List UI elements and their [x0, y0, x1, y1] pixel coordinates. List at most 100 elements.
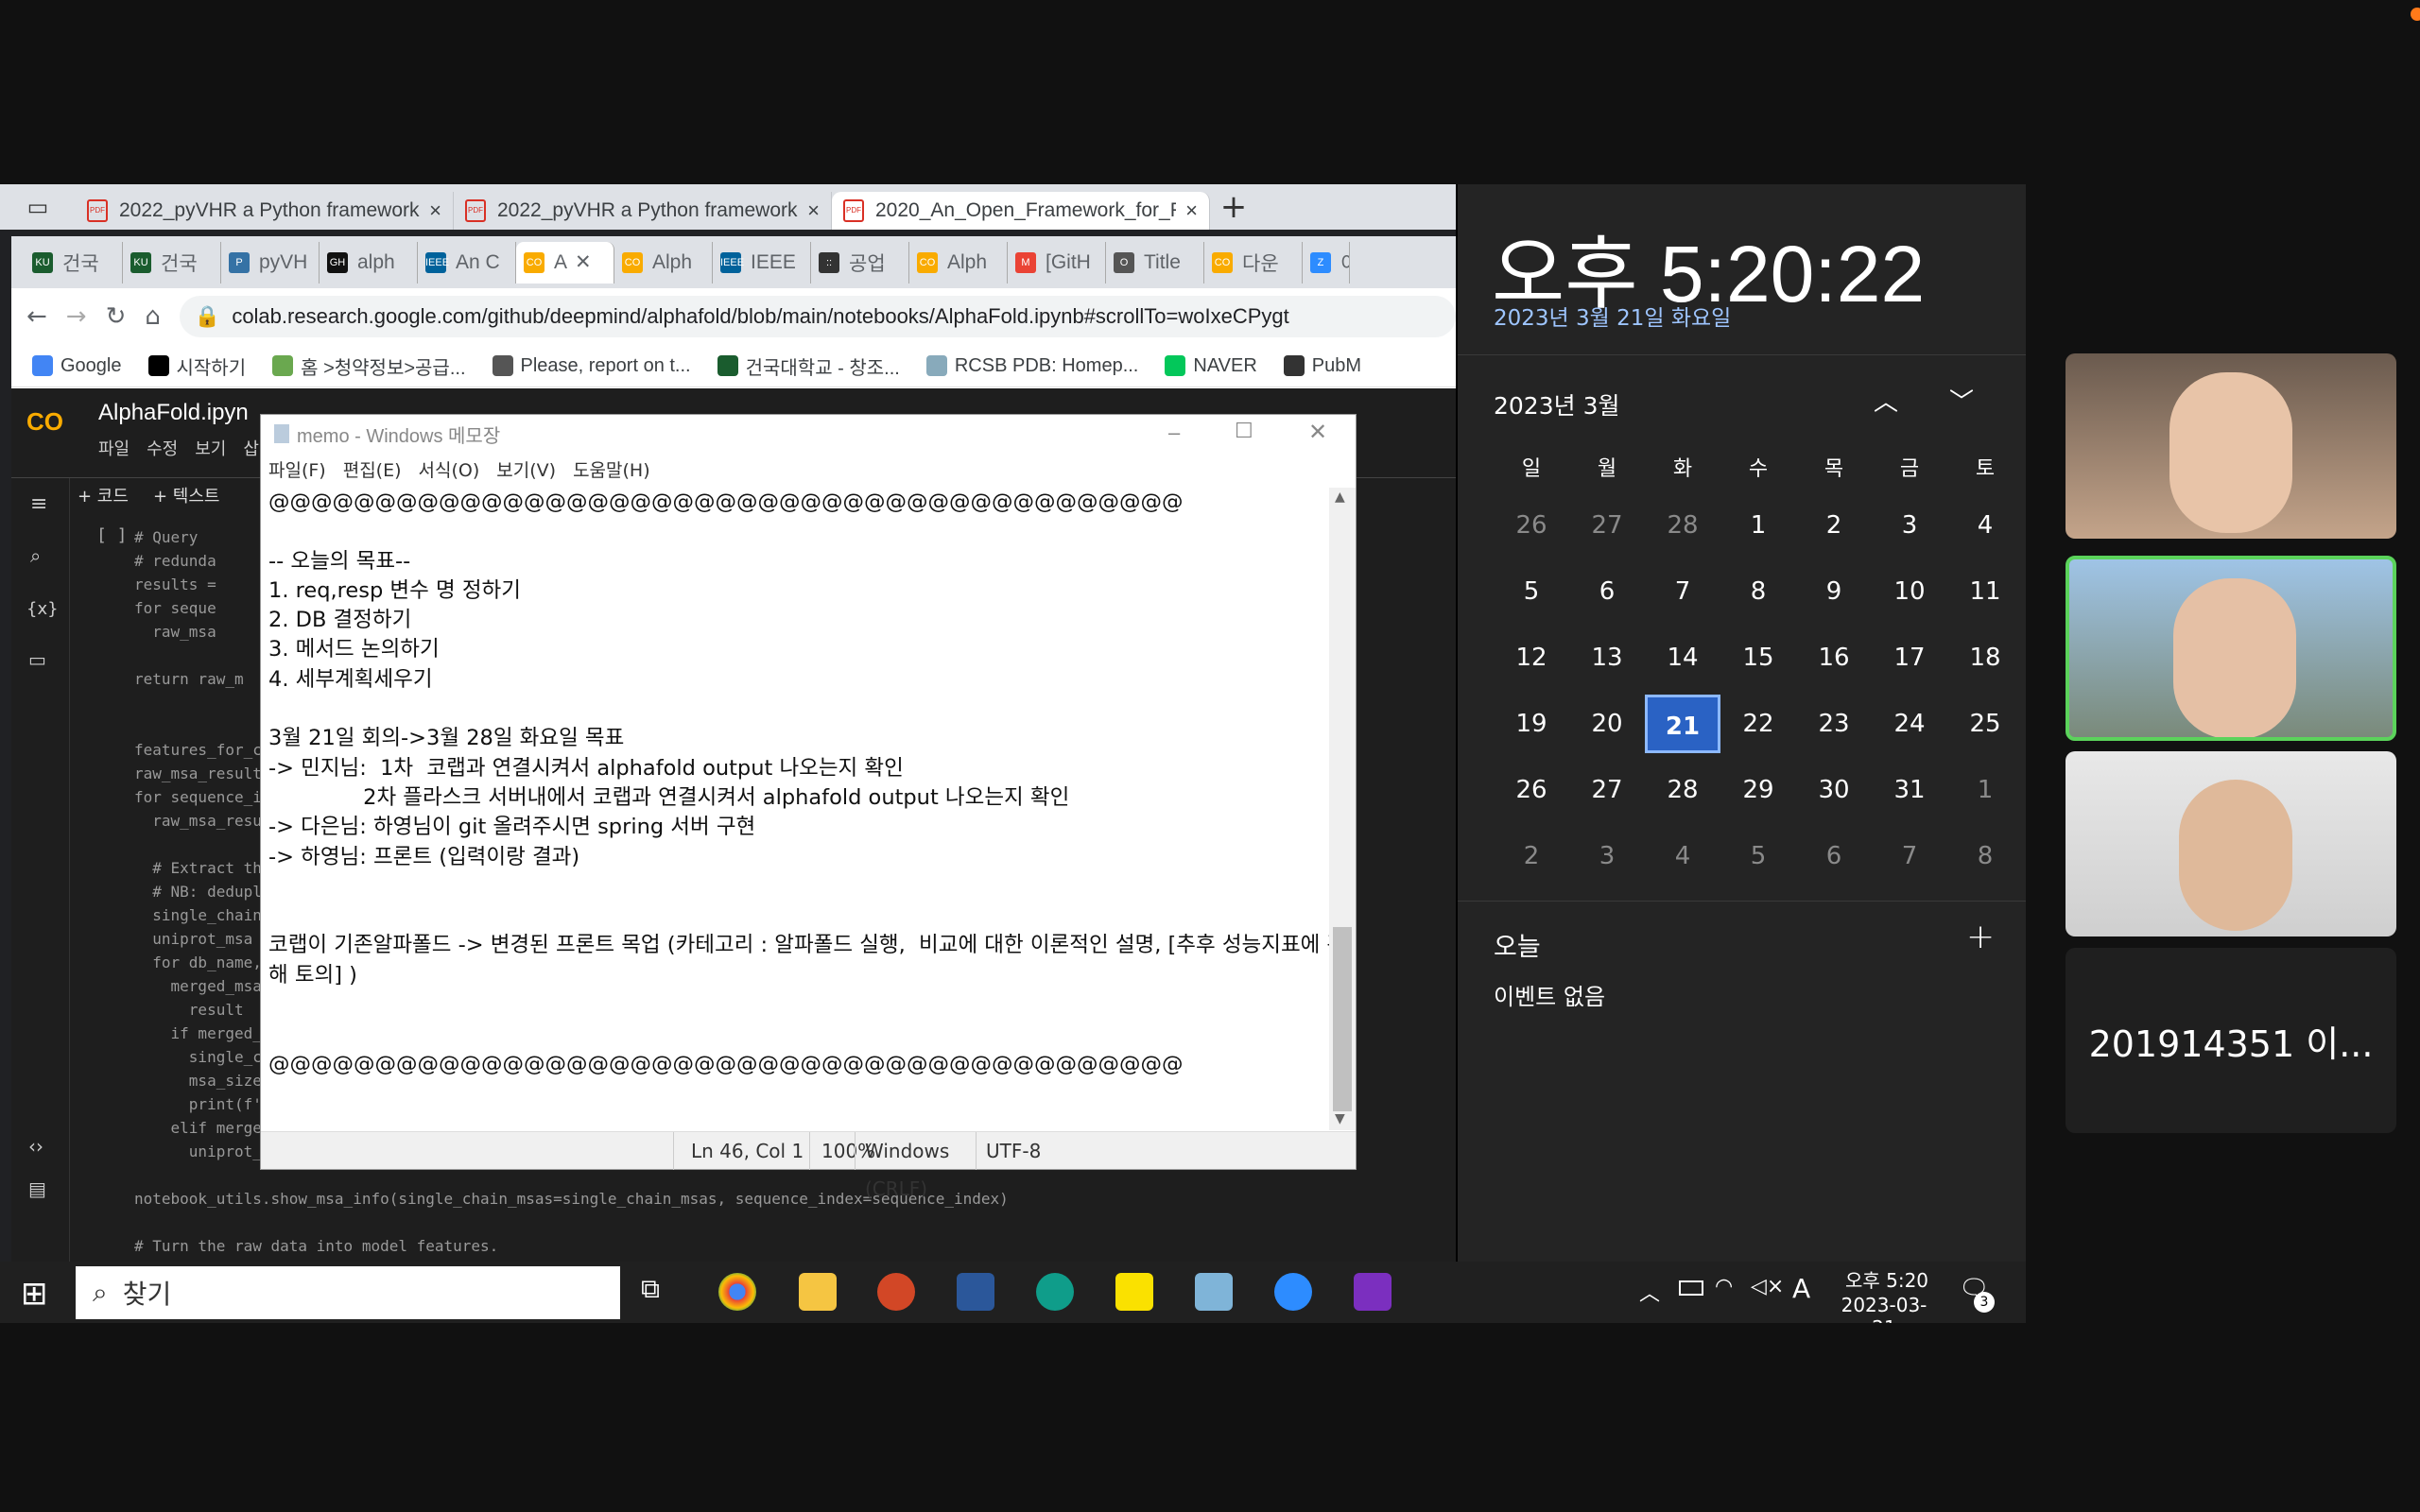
calendar-day[interactable]: 7 [1645, 562, 1720, 621]
calendar-day[interactable]: 14 [1645, 628, 1720, 687]
chevron-up-icon[interactable]: ︿ [1639, 1277, 1660, 1307]
minimize-button[interactable]: – [1168, 421, 1180, 445]
calendar-day[interactable]: 28 [1645, 761, 1720, 819]
calendar-day[interactable]: 4 [1947, 496, 2023, 555]
intellij-icon[interactable] [1354, 1273, 1392, 1311]
calendar-day[interactable]: 27 [1569, 496, 1645, 555]
chevron-down-icon[interactable]: ﹀ [1949, 383, 1974, 418]
colab-menu-item[interactable]: 파일 [98, 436, 130, 460]
bookmark-item[interactable]: 건국대학교 - 창조... [717, 352, 900, 380]
close-icon[interactable]: × [807, 198, 820, 223]
inner-tab[interactable]: GH alph [320, 241, 418, 284]
calendar-day[interactable]: 5 [1494, 562, 1569, 621]
participant-tile-4[interactable]: 201914351 이... [2066, 948, 2396, 1133]
bookmark-item[interactable]: PubM [1283, 355, 1361, 377]
back-icon[interactable]: ← [26, 302, 47, 331]
notepad-menu-item[interactable]: 도움말(H) [573, 456, 650, 482]
inner-tab[interactable]: CO Alph [909, 241, 1008, 284]
chevron-up-icon[interactable]: ︿ [1874, 383, 1898, 418]
powerpoint-icon[interactable] [877, 1273, 915, 1311]
calendar-day[interactable]: 17 [1872, 628, 1947, 687]
reload-icon[interactable]: ↻ [106, 302, 127, 331]
zoom-icon[interactable] [1274, 1273, 1312, 1311]
toc-icon[interactable]: ≡ [30, 492, 47, 516]
inner-tab[interactable]: KU 건국 [123, 241, 221, 284]
vertical-scrollbar[interactable]: ▲ ▼ [1329, 488, 1356, 1130]
home-icon[interactable]: ⌂ [145, 302, 161, 331]
calendar-day[interactable]: 28 [1645, 496, 1720, 555]
search-icon[interactable]: ⌕ [30, 544, 41, 567]
calendar-day[interactable]: 20 [1569, 695, 1645, 753]
notepad-menu-item[interactable]: 서식(O) [419, 456, 480, 482]
colab-menu-item[interactable]: 보기 [195, 436, 226, 460]
calendar-day[interactable]: 11 [1947, 562, 2023, 621]
calendar-day[interactable]: 6 [1569, 562, 1645, 621]
calendar-day[interactable]: 9 [1796, 562, 1872, 621]
calendar-day[interactable]: 21 [1645, 695, 1720, 753]
calendar-day[interactable]: 23 [1796, 695, 1872, 753]
month-label[interactable]: 2023년 3월 [1494, 387, 1619, 421]
calendar-day[interactable]: 25 [1947, 695, 2023, 753]
inner-tab[interactable]: KU 건국 [25, 241, 123, 284]
outer-tab-1[interactable]: PDF 2022_pyVHR a Python framework × [76, 192, 454, 230]
file-explorer-icon[interactable] [799, 1273, 837, 1311]
close-icon[interactable]: × [429, 198, 441, 223]
notepad-taskbar-icon[interactable] [1195, 1273, 1233, 1311]
battery-icon[interactable] [1679, 1280, 1703, 1296]
bookmark-item[interactable]: Google [32, 355, 122, 377]
calendar-day[interactable]: 6 [1796, 827, 1872, 885]
inner-tab[interactable]: Z이 [1303, 241, 1350, 284]
notepad-menu-item[interactable]: 편집(E) [343, 456, 402, 482]
full-date-link[interactable]: 2023년 3월 21일 화요일 [1494, 300, 1731, 332]
outer-tab-2[interactable]: PDF 2022_pyVHR a Python framework × [454, 192, 832, 230]
bookmark-item[interactable]: RCSB PDB: Homep... [925, 355, 1138, 377]
calendar-day[interactable]: 26 [1494, 496, 1569, 555]
calendar-day[interactable]: 7 [1872, 827, 1947, 885]
maximize-button[interactable]: ☐ [1235, 419, 1253, 443]
add-code-button[interactable]: + 코드 [78, 483, 129, 507]
taskbar-date[interactable]: 2023-03-21 [1832, 1294, 1936, 1323]
bookmark-item[interactable]: NAVER [1165, 355, 1257, 377]
close-icon[interactable]: ✕ [575, 250, 592, 274]
participant-video-3[interactable] [2066, 751, 2396, 936]
calendar-day[interactable]: 18 [1947, 628, 2023, 687]
calendar-day[interactable]: 12 [1494, 628, 1569, 687]
inner-tab[interactable]: IEEE An C [418, 241, 516, 284]
task-view-icon[interactable]: ⧉ [641, 1273, 679, 1311]
calendar-day[interactable]: 4 [1645, 827, 1720, 885]
notepad-menu-item[interactable]: 보기(V) [496, 456, 556, 482]
cell-run-button[interactable]: [ ] [96, 525, 128, 545]
colab-menu-item[interactable]: 수정 [147, 436, 178, 460]
close-button[interactable]: ✕ [1308, 419, 1327, 446]
calendar-day[interactable]: 2 [1796, 496, 1872, 555]
calendar-day[interactable]: 26 [1494, 761, 1569, 819]
notepad-text-area[interactable]: @@@@@@@@@@@@@@@@@@@@@@@@@@@@@@@@@@@@@@@@… [261, 488, 1329, 1130]
calendar-day[interactable]: 15 [1720, 628, 1796, 687]
forward-icon[interactable]: → [66, 302, 87, 331]
input-language[interactable]: A [1792, 1273, 1810, 1304]
scroll-thumb[interactable] [1333, 927, 1352, 1111]
outer-tab-3[interactable]: PDF 2020_An_Open_Framework_for_R × [832, 192, 1210, 230]
inner-tab[interactable]: PpyVH [221, 241, 320, 284]
calendar-day[interactable]: 8 [1947, 827, 2023, 885]
chrome-icon[interactable] [718, 1273, 756, 1311]
colab-menu-item[interactable]: 삽 [243, 436, 259, 460]
sidebar-toggle-icon[interactable]: ▭ [0, 194, 76, 220]
inner-tab[interactable]: M [GitH [1008, 241, 1106, 284]
variables-icon[interactable]: {x} [26, 599, 59, 619]
close-icon[interactable]: × [1185, 198, 1198, 223]
inner-tab[interactable]: IEEE IEEE [713, 241, 811, 284]
word-icon[interactable] [957, 1273, 994, 1311]
add-text-button[interactable]: + 텍스트 [153, 483, 219, 507]
speaker-muted-icon[interactable]: ◁× [1751, 1275, 1784, 1298]
calendar-day[interactable]: 5 [1720, 827, 1796, 885]
command-palette-icon[interactable]: ▤ [28, 1177, 46, 1200]
inner-tab[interactable]: CO A ✕ [516, 241, 614, 284]
files-icon[interactable]: ▭ [28, 648, 46, 671]
notepad-menu-item[interactable]: 파일(F) [268, 456, 326, 482]
notebook-title[interactable]: AlphaFold.ipyn [98, 400, 249, 426]
calendar-day[interactable]: 2 [1494, 827, 1569, 885]
calendar-day[interactable]: 19 [1494, 695, 1569, 753]
calendar-day[interactable]: 3 [1569, 827, 1645, 885]
inner-tab[interactable]: CO 다운 [1204, 241, 1303, 284]
